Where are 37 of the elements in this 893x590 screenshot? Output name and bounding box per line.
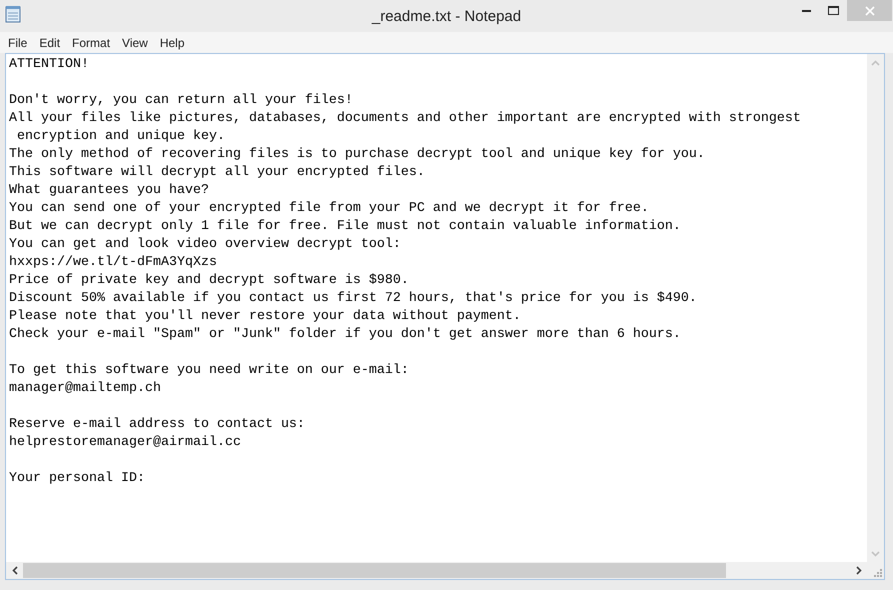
close-icon: [864, 6, 874, 16]
scrollbar-thumb[interactable]: [23, 563, 726, 578]
text-line: All your files like pictures, databases, documents and other important are encrypted with strongest: [9, 111, 801, 126]
scroll-down-icon: [871, 550, 880, 556]
text-line: You can get and look video overview decrypt tool:: [9, 237, 401, 252]
text-line: You can send one of your encrypted file from your PC and we decrypt it for free.: [9, 201, 649, 216]
resize-grip-icon[interactable]: [874, 569, 882, 577]
text-line: To get this software you need write on our e-mail:: [9, 363, 409, 378]
text-line: Discount 50% available if you contact us first 72 hours, that's price for you is $490.: [9, 291, 697, 306]
text-line: hxxps://we.tl/t-dFmA3YqXzs: [9, 255, 217, 270]
text-line: manager@mailtemp.ch: [9, 381, 161, 396]
text-line: Check your e-mail "Spam" or "Junk" folder if you don't get answer more than 6 hours.: [9, 327, 681, 342]
text-line: This software will decrypt all your encrypted files.: [9, 165, 425, 180]
notepad-icon: [5, 5, 21, 23]
text-line: helprestoremanager@airmail.cc: [9, 435, 241, 450]
text-line: Don't worry, you can return all your files!: [9, 93, 353, 108]
menu-item[interactable]: View: [116, 32, 154, 53]
maximize-icon: [828, 6, 839, 15]
vertical-scrollbar[interactable]: [867, 54, 884, 562]
text-line: encryption and unique key.: [16, 129, 225, 144]
menu-item[interactable]: Help: [154, 32, 191, 53]
minimize-icon: [802, 9, 811, 12]
text-line: But we can decrypt only 1 file for free. File must not contain valuable information.: [9, 219, 681, 234]
text-line: The only method of recovering files is to purchase decrypt tool and unique key for you.: [9, 147, 705, 162]
scroll-up-icon: [871, 60, 880, 66]
menu-item[interactable]: Edit: [33, 32, 66, 53]
menu-item[interactable]: File: [2, 32, 34, 53]
scroll-right-icon: [856, 566, 862, 575]
text-line: Please note that you'll never restore your data without payment.: [9, 309, 521, 324]
text-line: ATTENTION!: [9, 57, 89, 72]
text-line: What guarantees you have?: [9, 183, 209, 198]
window-title: _readme.txt - Notepad: [370, 7, 522, 27]
menu-item[interactable]: Format: [66, 32, 116, 53]
scroll-left-icon: [12, 566, 18, 575]
text-line: Your personal ID:: [9, 471, 145, 486]
text-line: Price of private key and decrypt software is $980.: [9, 273, 409, 288]
text-line: Reserve e-mail address to contact us:: [9, 417, 305, 432]
